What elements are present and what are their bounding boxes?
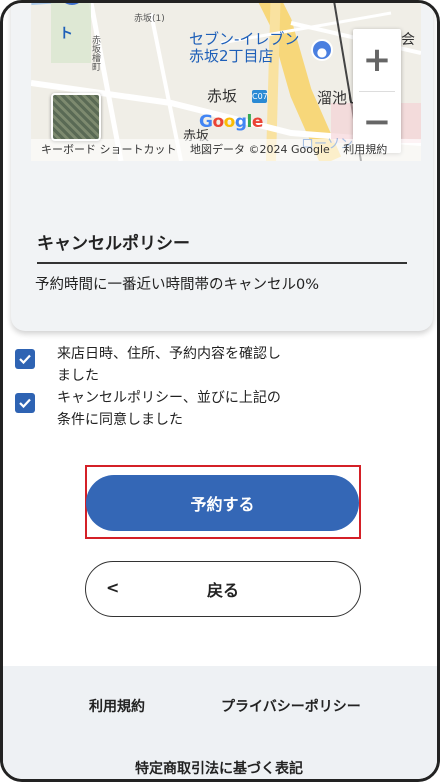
map-label-kai: 会 <box>401 32 415 48</box>
cancel-policy-title: キャンセルポリシー <box>37 229 407 264</box>
confirm-details-row: 来店日時、住所、予約内容を確認しました <box>15 343 287 387</box>
map-view[interactable]: ト 赤坂(1) 赤坂檜町 セブン-イレブン 赤坂2丁目店 ● 赤坂 C07 溜池… <box>31 3 421 161</box>
map-attribution-bar: キーボード ショートカット 地図データ ©2024 Google 利用規約 <box>31 139 421 161</box>
check-icon <box>19 398 31 409</box>
map-terms-link[interactable]: 利用規約 <box>343 143 387 156</box>
keyboard-shortcuts-link[interactable]: キーボード ショートカット <box>41 143 177 156</box>
map-label-small: 赤坂(1) <box>134 14 165 24</box>
map-label-vertical: 赤坂檜町 <box>90 35 100 71</box>
map-store-name: セブン-イレブン <box>189 30 300 48</box>
shopping-bag-icon[interactable]: ● <box>311 39 333 61</box>
agree-policy-row: キャンセルポリシー、並びに上記の条件に同意しました <box>15 387 287 431</box>
map-zoom-control: + − <box>353 29 401 153</box>
cancel-policy-text: 予約時間に一番近い時間帯のキャンセル0% <box>35 277 320 293</box>
reservation-info-card: ト 赤坂(1) 赤坂檜町 セブン-イレブン 赤坂2丁目店 ● 赤坂 C07 溜池… <box>11 3 433 331</box>
map-store-branch: 赤坂2丁目店 <box>189 47 274 65</box>
agree-policy-checkbox[interactable] <box>15 393 35 413</box>
map-data-credit: 地図データ ©2024 Google <box>190 143 330 156</box>
zoom-in-button[interactable]: + <box>353 29 401 91</box>
agree-policy-label: キャンセルポリシー、並びに上記の条件に同意しました <box>57 390 281 428</box>
confirm-details-label: 来店日時、住所、予約内容を確認しました <box>57 346 281 384</box>
map-label-store: セブン-イレブン 赤坂2丁目店 <box>189 31 299 65</box>
map-label-akasaka: 赤坂 <box>207 87 238 105</box>
chevron-left-icon: < <box>106 578 120 597</box>
check-icon <box>19 354 31 365</box>
page-footer: 利用規約 プライバシーポリシー 特定商取引法に基づく表記 <box>3 666 437 779</box>
google-logo: Google <box>199 112 263 132</box>
back-button[interactable]: < 戻る <box>85 561 361 617</box>
footer-privacy-link[interactable]: プライバシーポリシー <box>221 696 361 716</box>
reserve-button[interactable]: 予約する <box>86 475 359 531</box>
footer-tokutei-link[interactable]: 特定商取引法に基づく表記 <box>135 758 303 778</box>
back-button-label: 戻る <box>206 581 239 600</box>
footer-terms-link[interactable]: 利用規約 <box>89 696 145 716</box>
map-label-top-left: ト <box>59 26 73 42</box>
confirm-details-checkbox[interactable] <box>15 349 35 369</box>
metro-station-icon: C07 <box>252 90 268 103</box>
zoom-divider <box>359 91 395 92</box>
satellite-toggle-thumbnail[interactable] <box>51 93 101 141</box>
phone-frame: ト 赤坂(1) 赤坂檜町 セブン-イレブン 赤坂2丁目店 ● 赤坂 C07 溜池… <box>0 0 440 782</box>
